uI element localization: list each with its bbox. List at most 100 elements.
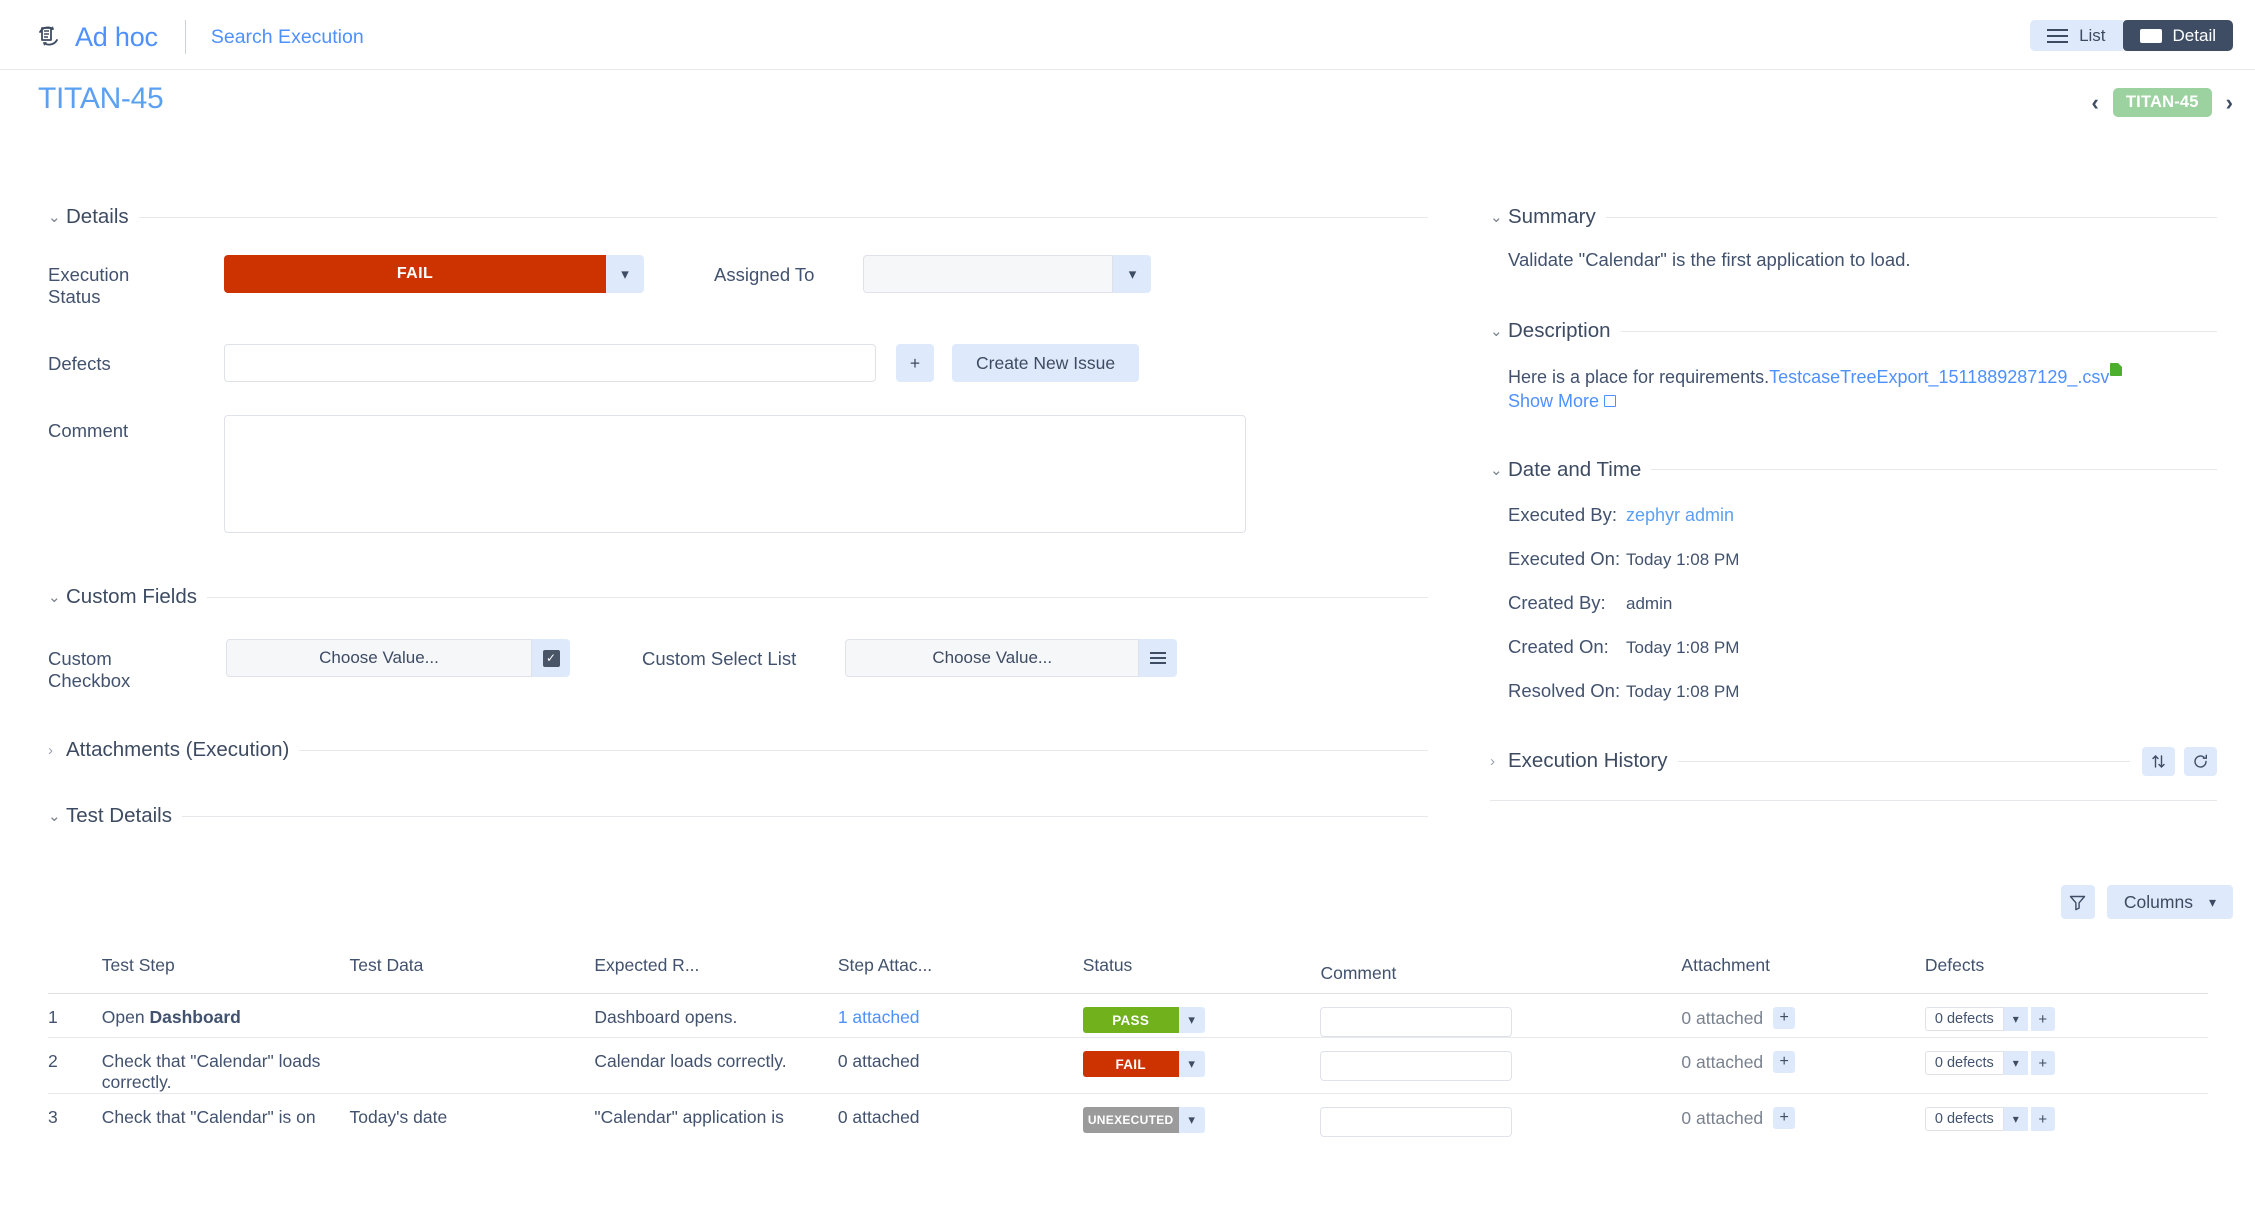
- step-comment-input[interactable]: [1320, 1007, 1512, 1037]
- date-time-value: admin: [1626, 594, 1672, 614]
- execution-status-value[interactable]: FAIL: [224, 255, 606, 293]
- cell-expected-result[interactable]: Calendar loads correctly.: [594, 1038, 837, 1094]
- view-mode-detail-button[interactable]: Detail: [2123, 20, 2233, 51]
- add-attachment-button[interactable]: +: [1773, 1051, 1795, 1073]
- details-section-header[interactable]: ⌄ Details: [48, 205, 1428, 229]
- col-test-step[interactable]: Test Step: [102, 955, 350, 994]
- status-badge[interactable]: PASS: [1083, 1007, 1179, 1033]
- cell-test-step-emphasis: Dashboard: [149, 1007, 240, 1027]
- assigned-to-input[interactable]: [863, 255, 1113, 293]
- execution-status-label: Execution Status: [48, 255, 176, 308]
- custom-select-list-value[interactable]: Choose Value...: [845, 639, 1139, 677]
- add-defect-button[interactable]: +: [2031, 1051, 2055, 1075]
- cell-test-data[interactable]: Today's date: [349, 1094, 594, 1138]
- cell-test-data[interactable]: [349, 994, 594, 1038]
- assigned-to-select[interactable]: ▾: [863, 255, 1151, 293]
- defects-count[interactable]: 0 defects: [1925, 1007, 2004, 1031]
- table-header: Test Step Test Data Expected R... Step A…: [48, 955, 2208, 994]
- add-defect-button[interactable]: +: [2031, 1107, 2055, 1131]
- date-time-row: Executed On:Today 1:08 PM: [1508, 548, 2217, 570]
- description-attachment-link[interactable]: TestcaseTreeExport_1511889287129_.csv: [1769, 367, 2109, 387]
- col-step-attachment[interactable]: Step Attac...: [838, 955, 1083, 994]
- attachment-count[interactable]: 0 attached: [1681, 1008, 1763, 1029]
- col-attachment[interactable]: Attachment: [1681, 955, 1924, 994]
- defects-count[interactable]: 0 defects: [1925, 1107, 2004, 1131]
- cell-attachment: 0 attached +: [1681, 994, 1924, 1038]
- list-icon[interactable]: [1139, 639, 1177, 677]
- status-chevron-down-icon[interactable]: ▾: [1179, 1051, 1205, 1077]
- detail-pane-icon: [2140, 29, 2162, 43]
- defects-count[interactable]: 0 defects: [1925, 1051, 2004, 1075]
- filter-funnel-icon[interactable]: [2061, 885, 2095, 919]
- defects-input[interactable]: [224, 344, 876, 382]
- cell-expected-result[interactable]: Dashboard opens.: [594, 994, 837, 1038]
- cell-expected-result[interactable]: "Calendar" application is: [594, 1094, 837, 1138]
- col-status[interactable]: Status: [1083, 955, 1321, 994]
- summary-text: Validate "Calendar" is the first applica…: [1508, 249, 2217, 271]
- show-more-link[interactable]: Show More: [1508, 391, 1599, 411]
- attachments-section-title: Attachments (Execution): [66, 738, 299, 762]
- cell-test-step[interactable]: Open Dashboard: [102, 994, 350, 1038]
- pager-next-button[interactable]: ›: [2226, 92, 2233, 114]
- step-comment-input[interactable]: [1320, 1107, 1512, 1137]
- attachment-count[interactable]: 0 attached: [1681, 1052, 1763, 1073]
- add-attachment-button[interactable]: +: [1773, 1107, 1795, 1129]
- attachment-count[interactable]: 0 attached: [1681, 1108, 1763, 1129]
- view-mode-list-button[interactable]: List: [2030, 20, 2122, 51]
- status-badge[interactable]: FAIL: [1083, 1051, 1179, 1077]
- execution-history-actions: [2142, 747, 2217, 776]
- test-details-section-header[interactable]: ⌄ Test Details: [48, 804, 1428, 828]
- description-section-header[interactable]: ⌄ Description: [1490, 319, 2217, 343]
- refresh-icon[interactable]: [2184, 747, 2217, 776]
- col-defects[interactable]: Defects: [1925, 955, 2208, 994]
- page-title[interactable]: TITAN-45: [38, 82, 163, 116]
- status-badge[interactable]: UNEXECUTED: [1083, 1107, 1179, 1133]
- col-comment[interactable]: Comment: [1320, 955, 1681, 994]
- status-select[interactable]: UNEXECUTED▾: [1083, 1107, 1321, 1133]
- pager-current-badge[interactable]: TITAN-45: [2113, 88, 2212, 117]
- col-test-data[interactable]: Test Data: [349, 955, 594, 994]
- custom-checkbox-control[interactable]: Choose Value... ✓: [226, 639, 570, 677]
- defects-chevron-down-icon[interactable]: ▾: [2004, 1007, 2028, 1031]
- execution-history-section-header[interactable]: › Execution History: [1490, 747, 2217, 776]
- date-and-time-section-header[interactable]: ⌄ Date and Time: [1490, 458, 2217, 482]
- status-chevron-down-icon[interactable]: ▾: [1179, 1107, 1205, 1133]
- date-time-value: Today 1:08 PM: [1626, 638, 1739, 658]
- status-chevron-down-icon[interactable]: ▾: [1179, 1007, 1205, 1033]
- custom-select-list-control[interactable]: Choose Value...: [845, 639, 1177, 677]
- execution-status-select[interactable]: FAIL ▾: [224, 255, 644, 293]
- status-select[interactable]: PASS▾: [1083, 1007, 1321, 1033]
- add-attachment-button[interactable]: +: [1773, 1007, 1795, 1029]
- cell-test-step[interactable]: Check that "Calendar" loads correctly.: [102, 1038, 350, 1094]
- attachments-section-header[interactable]: › Attachments (Execution): [48, 738, 1428, 762]
- defects-control: 0 defects▾+: [1925, 1051, 2208, 1075]
- columns-dropdown-button[interactable]: Columns ▾: [2107, 885, 2233, 919]
- custom-checkbox-label: Custom Checkbox: [48, 639, 178, 692]
- assigned-to-chevron-down-icon[interactable]: ▾: [1113, 255, 1151, 293]
- date-time-value-link[interactable]: zephyr admin: [1626, 505, 1734, 526]
- comment-textarea[interactable]: [224, 415, 1246, 533]
- cell-step-attachment[interactable]: 0 attached: [838, 1038, 1083, 1094]
- app-title[interactable]: Ad hoc: [75, 22, 158, 53]
- create-new-issue-button[interactable]: Create New Issue: [952, 344, 1139, 382]
- defects-chevron-down-icon[interactable]: ▾: [2004, 1051, 2028, 1075]
- cell-step-attachment[interactable]: 1 attached: [838, 994, 1083, 1038]
- add-defect-button[interactable]: +: [896, 344, 934, 382]
- pager-prev-button[interactable]: ‹: [2092, 92, 2099, 114]
- cell-test-data[interactable]: [349, 1038, 594, 1094]
- custom-checkbox-value[interactable]: Choose Value...: [226, 639, 532, 677]
- cell-test-step[interactable]: Check that "Calendar" is on: [102, 1094, 350, 1138]
- cell-step-attachment[interactable]: 0 attached: [838, 1094, 1083, 1138]
- custom-fields-section-header[interactable]: ⌄ Custom Fields: [48, 585, 1428, 609]
- col-expected-result[interactable]: Expected R...: [594, 955, 837, 994]
- add-defect-button[interactable]: +: [2031, 1007, 2055, 1031]
- status-select[interactable]: FAIL▾: [1083, 1051, 1321, 1077]
- defects-chevron-down-icon[interactable]: ▾: [2004, 1107, 2028, 1131]
- execution-status-chevron-down-icon[interactable]: ▾: [606, 255, 644, 293]
- step-comment-input[interactable]: [1320, 1051, 1512, 1081]
- checkbox-checked-icon[interactable]: ✓: [532, 639, 570, 677]
- sort-updown-icon[interactable]: [2142, 747, 2175, 776]
- summary-section-header[interactable]: ⌄ Summary: [1490, 205, 2217, 229]
- attachment-control: 0 attached +: [1681, 1051, 1924, 1073]
- search-execution-link[interactable]: Search Execution: [211, 26, 364, 49]
